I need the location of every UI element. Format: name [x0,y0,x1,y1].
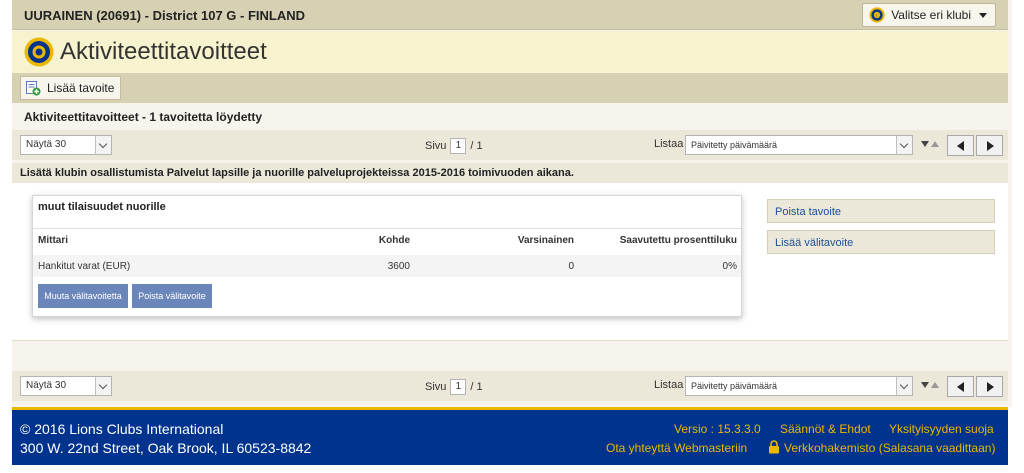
pager-top: Näytä 30 Sivu 1 / 1 Listaa Päivitetty pä… [12,130,1008,160]
lock-icon [769,440,779,454]
club-title: UURAINEN (20691) - District 107 G - FINL… [24,8,305,23]
chevron-down-icon [896,377,912,395]
chevron-down-icon [896,136,912,154]
footer-terms-link[interactable]: Säännöt & Ehdot [780,422,871,436]
page-indicator: Sivu 1 / 1 [425,379,483,395]
next-page-button[interactable] [976,135,1003,156]
chevron-down-icon [95,377,111,395]
sort-value: Päivitetty päivämäärä [691,381,778,391]
page-size-value: Näytä 30 [26,380,67,391]
sort-select[interactable]: Päivitetty päivämäärä [685,135,913,155]
footer-address: 300 W. 22nd Street, Oak Brook, IL 60523-… [20,440,312,456]
page-size-select[interactable]: Näytä 30 [20,376,112,396]
divider [33,228,741,229]
column-header-mittari: Mittari [38,235,68,246]
next-page-button[interactable] [976,376,1003,397]
page-total: / 1 [470,140,483,152]
page-title: Aktiviteettitavoitteet [60,38,267,65]
footer-version: Versio : 15.3.3.0 [674,422,761,436]
pager-bottom: Näytä 30 Sivu 1 / 1 Listaa Päivitetty pä… [12,371,1008,401]
arrow-right-icon [987,382,994,392]
page: UURAINEN (20691) - District 107 G - FINL… [0,0,1024,473]
lions-logo-icon [24,37,54,67]
page-total: / 1 [470,381,483,393]
subgoal-card: muut tilaisuudet nuorille Mittari Kohde … [32,195,742,317]
page-number-input[interactable]: 1 [450,138,467,154]
add-document-icon [26,81,41,96]
club-select-label: Valitse eri klubi [891,8,971,22]
arrow-right-icon [987,141,994,151]
arrow-left-icon [957,141,964,151]
chevron-down-icon [95,136,111,154]
lions-logo-icon: L [869,7,885,23]
arrow-left-icon [957,382,964,392]
page-size-value: Näytä 30 [26,139,67,150]
goal-description: Lisätä klubin osallistumista Palvelut la… [12,163,1008,183]
subgoal-title: muut tilaisuudet nuorille [38,201,166,213]
add-goal-label: Lisää tavoite [47,81,115,95]
svg-text:L: L [876,14,878,18]
table-row: Hankitut varat (EUR) 3600 0 0% [33,255,741,277]
sort-arrows-icon[interactable] [920,380,940,390]
goal-content: muut tilaisuudet nuorille Mittari Kohde … [12,183,1008,341]
sort-value: Päivitetty päivämäärä [691,140,778,150]
cell-kohde: 3600 [387,261,410,272]
footer-privacy-link[interactable]: Yksityisyyden suoja [889,422,994,436]
page-number-input[interactable]: 1 [450,379,467,395]
toolbar: Lisää tavoite [12,73,1008,103]
cell-mittari: Hankitut varat (EUR) [38,261,131,272]
club-select-button[interactable]: L Valitse eri klubi [862,3,996,27]
page-size-select[interactable]: Näytä 30 [20,135,112,155]
club-header: UURAINEN (20691) - District 107 G - FINL… [12,0,1008,30]
add-goal-button[interactable]: Lisää tavoite [20,76,122,100]
prev-page-button[interactable] [947,376,974,397]
edit-subgoal-button[interactable]: Muuta välitavoitetta [38,284,128,308]
chevron-down-icon [979,12,987,18]
prev-page-button[interactable] [947,135,974,156]
cell-varsinainen: 0 [568,261,574,272]
page-label: Sivu [425,381,447,393]
title-bar: Aktiviteettitavoitteet [12,31,1008,73]
delete-goal-link[interactable]: Poista tavoite [767,199,995,223]
sort-select[interactable]: Päivitetty päivämäärä [685,376,913,396]
results-count: Aktiviteettitavoitteet - 1 tavoitetta lö… [24,110,263,124]
footer-directory-link[interactable]: Verkkohakemisto (Salasana vaadittaan) [784,441,995,455]
column-header-kohde: Kohde [378,235,410,246]
add-subgoal-link[interactable]: Lisää välitavoite [767,230,995,254]
delete-subgoal-button[interactable]: Poista välitavoite [132,284,212,308]
sort-label: Listaa [654,138,684,150]
page-indicator: Sivu 1 / 1 [425,138,483,154]
column-header-varsinainen: Varsinainen [517,235,574,246]
column-header-saavutettu: Saavutettu prosenttiluku [619,235,737,246]
cell-saavutettu: 0% [722,261,737,272]
page-label: Sivu [425,140,447,152]
footer-copyright: © 2016 Lions Clubs International [20,421,224,437]
footer-contact-link[interactable]: Ota yhteyttä Webmasteriin [606,441,747,455]
sort-arrows-icon[interactable] [920,139,940,149]
footer: © 2016 Lions Clubs International 300 W. … [12,407,1008,465]
sort-label: Listaa [654,379,684,391]
